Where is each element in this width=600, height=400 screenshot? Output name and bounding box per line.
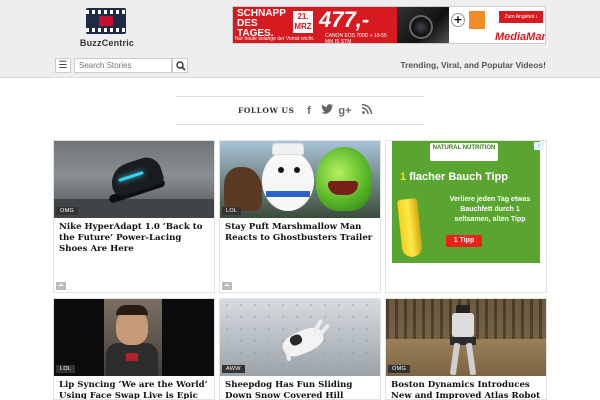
story-thumbnail[interactable]: OMG bbox=[54, 141, 214, 218]
ad-fine-print: Nur heute solange der Vorrat reicht. bbox=[235, 36, 315, 42]
accessory-image bbox=[469, 11, 485, 29]
share-icon[interactable]: ➦ bbox=[222, 282, 232, 290]
top-banner-ad[interactable]: SCHNAPP DES TAGES. 21. MRZ 477,- Nur heu… bbox=[232, 6, 546, 44]
site-logo[interactable]: BuzzCentric bbox=[78, 6, 136, 50]
story-card[interactable]: LOL Stay Puft Marshmallow Man Reacts to … bbox=[219, 140, 381, 293]
logo-text: BuzzCentric bbox=[79, 38, 135, 48]
story-title[interactable]: Lip Syncing ‘We are the World’ Using Fac… bbox=[59, 380, 211, 399]
follow-label: FOLLOW US bbox=[238, 106, 295, 115]
camera-image bbox=[397, 7, 449, 43]
story-thumbnail[interactable]: LOL bbox=[220, 141, 380, 218]
story-card[interactable]: OMG Boston Dynamics Introduces New and I… bbox=[385, 298, 547, 400]
ad-product: CANON EOS 700D + 18-55 MM IS STM bbox=[325, 33, 387, 44]
ad-body: Verliere jeden Tag etwas Bauchfett durch… bbox=[449, 196, 531, 223]
ad-tip-button[interactable]: 1 Tipp bbox=[446, 235, 482, 247]
category-tag[interactable]: OMG bbox=[388, 365, 411, 373]
ad-brand: MediaMarkt bbox=[495, 31, 546, 43]
story-title[interactable]: Sheepdog Has Fun Sliding Down Snow Cover… bbox=[225, 380, 377, 399]
ad-headline: SCHNAPP DES TAGES. bbox=[237, 8, 286, 39]
film-reel-icon bbox=[86, 8, 126, 34]
menu-button[interactable]: ☰ bbox=[55, 58, 71, 73]
category-tag[interactable]: LOL bbox=[56, 365, 76, 373]
rss-icon[interactable] bbox=[360, 103, 374, 118]
plus-icon: + bbox=[451, 13, 465, 27]
hamburger-icon: ☰ bbox=[58, 60, 68, 71]
ad-logo: NATURAL NUTRITION bbox=[430, 143, 498, 161]
category-tag[interactable]: AWW bbox=[222, 365, 245, 373]
story-title[interactable]: Nike HyperAdapt 1.0 ‘Back to the Future’… bbox=[59, 222, 211, 255]
story-card[interactable]: AWW Sheepdog Has Fun Sliding Down Snow C… bbox=[219, 298, 381, 400]
search-button[interactable] bbox=[172, 58, 188, 73]
share-icon[interactable]: ➦ bbox=[56, 282, 66, 290]
category-tag[interactable]: LOL bbox=[222, 207, 242, 215]
ad-price: 477,- bbox=[319, 7, 370, 32]
story-thumbnail[interactable]: OMG bbox=[386, 299, 546, 376]
search-input[interactable] bbox=[74, 58, 172, 73]
search-icon bbox=[176, 61, 186, 71]
site-tagline: Trending, Viral, and Popular Videos! bbox=[400, 60, 546, 70]
ad-date: 21. MRZ bbox=[293, 11, 313, 33]
ad-offer-button[interactable]: Zum Angebot › bbox=[499, 11, 543, 23]
google-plus-icon[interactable]: g+ bbox=[338, 104, 352, 118]
story-thumbnail[interactable]: LOL bbox=[54, 299, 214, 376]
category-tag[interactable]: OMG bbox=[56, 207, 79, 215]
story-card[interactable]: OMG Nike HyperAdapt 1.0 ‘Back to the Fut… bbox=[53, 140, 215, 293]
facebook-icon[interactable]: f bbox=[302, 104, 316, 118]
story-title[interactable]: Stay Puft Marshmallow Man Reacts to Ghos… bbox=[225, 222, 377, 244]
story-thumbnail[interactable]: AWW bbox=[220, 299, 380, 376]
twitter-icon[interactable] bbox=[320, 104, 334, 118]
story-title[interactable]: Boston Dynamics Introduces New and Impro… bbox=[391, 380, 543, 399]
follow-bar: FOLLOW US f g+ bbox=[176, 96, 424, 125]
sidebar-ad[interactable]: i NATURAL NUTRITION 1 flacher Bauch Tipp… bbox=[385, 140, 547, 293]
adchoices-icon[interactable]: i bbox=[534, 142, 544, 150]
ad-headline: 1 flacher Bauch Tipp bbox=[400, 171, 509, 183]
story-card[interactable]: LOL Lip Syncing ‘We are the World’ Using… bbox=[53, 298, 215, 400]
site-header: BuzzCentric SCHNAPP DES TAGES. 21. MRZ 4… bbox=[0, 0, 600, 78]
